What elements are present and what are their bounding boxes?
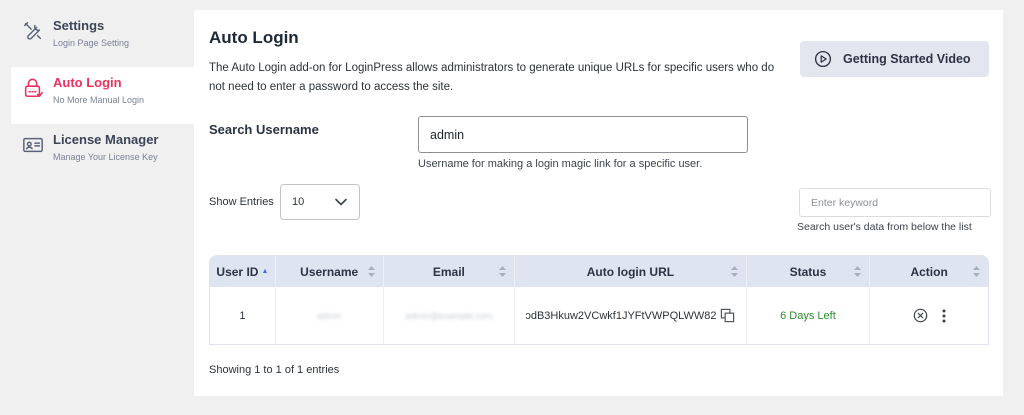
auto-login-url-value: ɔdB3Hkuw2VCwkf1JYFtVWPQLWW82 <box>525 309 717 322</box>
page-title: Auto Login <box>209 28 299 47</box>
id-card-icon <box>23 137 43 153</box>
sidebar-item-title: Auto Login <box>53 75 122 90</box>
status-badge: 6 Days Left <box>780 309 836 322</box>
column-header-username[interactable]: Username <box>276 256 384 287</box>
chevron-down-icon <box>335 198 347 206</box>
sort-icon <box>854 266 862 277</box>
play-circle-icon <box>814 50 832 68</box>
page-description: The Auto Login add-on for LoginPress all… <box>209 62 775 93</box>
more-options-icon[interactable] <box>942 309 946 323</box>
column-header-auto-login-url[interactable]: Auto login URL <box>515 256 747 287</box>
show-entries-select[interactable]: 10 <box>280 184 360 220</box>
show-entries-value: 10 <box>292 196 305 208</box>
column-header-action[interactable]: Action <box>870 256 988 287</box>
cell-action <box>870 287 988 344</box>
pagination-info: Showing 1 to 1 of 1 entries <box>209 364 340 376</box>
show-entries-label: Show Entries <box>209 196 274 208</box>
sort-ascending-icon: ▲ <box>261 268 269 275</box>
column-header-email[interactable]: Email <box>384 256 516 287</box>
delete-circle-x-icon[interactable] <box>913 308 928 323</box>
cell-auto-login-url: ɔdB3Hkuw2VCwkf1JYFtVWPQLWW82 <box>515 287 747 344</box>
sidebar-item-subtitle: Login Page Setting <box>53 38 130 48</box>
sort-icon <box>499 266 507 277</box>
search-username-help: Username for making a login magic link f… <box>418 158 703 170</box>
keyword-search-input[interactable] <box>799 188 991 217</box>
sort-icon <box>973 266 980 277</box>
copy-icon[interactable] <box>720 308 735 323</box>
keyword-search-help: Search user's data from below the list <box>797 221 972 233</box>
search-username-label: Search Username <box>209 122 319 137</box>
sidebar-item-subtitle: No More Manual Login <box>53 95 145 105</box>
email-value: admin@example.com <box>405 310 493 321</box>
table-header: User ID ▲ Username Email Auto login URL … <box>210 256 988 287</box>
getting-started-video-button[interactable]: Getting Started Video <box>800 41 989 77</box>
auto-login-table: User ID ▲ Username Email Auto login URL … <box>209 255 989 345</box>
column-header-status[interactable]: Status <box>747 256 871 287</box>
table-row: 1 admin admin@example.com ɔdB3Hkuw2VCwkf… <box>210 287 988 344</box>
username-value: admin <box>316 310 342 321</box>
cell-username: admin <box>276 287 384 344</box>
sidebar-item-subtitle: Manage Your License Key <box>53 152 158 162</box>
sidebar-item-title: License Manager <box>53 132 159 147</box>
search-username-input[interactable] <box>418 116 748 153</box>
column-header-user-id[interactable]: User ID ▲ <box>210 256 276 287</box>
sidebar-item-title: Settings <box>53 18 105 33</box>
wrench-screwdriver-icon <box>24 22 42 40</box>
video-button-label: Getting Started Video <box>843 52 971 66</box>
sort-icon <box>730 266 738 277</box>
cell-user-id: 1 <box>210 287 276 344</box>
main-panel: Auto Login The Auto Login add-on for Log… <box>194 10 1003 396</box>
sidebar: Settings Login Page Setting Auto Login N… <box>11 10 194 181</box>
sidebar-item-settings[interactable]: Settings Login Page Setting <box>11 10 194 67</box>
lock-icon <box>24 78 43 98</box>
sidebar-item-license-manager[interactable]: License Manager Manage Your License Key <box>11 124 194 181</box>
sidebar-item-auto-login[interactable]: Auto Login No More Manual Login <box>11 67 194 124</box>
cell-status: 6 Days Left <box>747 287 871 344</box>
sort-icon <box>367 266 375 277</box>
cell-email: admin@example.com <box>384 287 516 344</box>
